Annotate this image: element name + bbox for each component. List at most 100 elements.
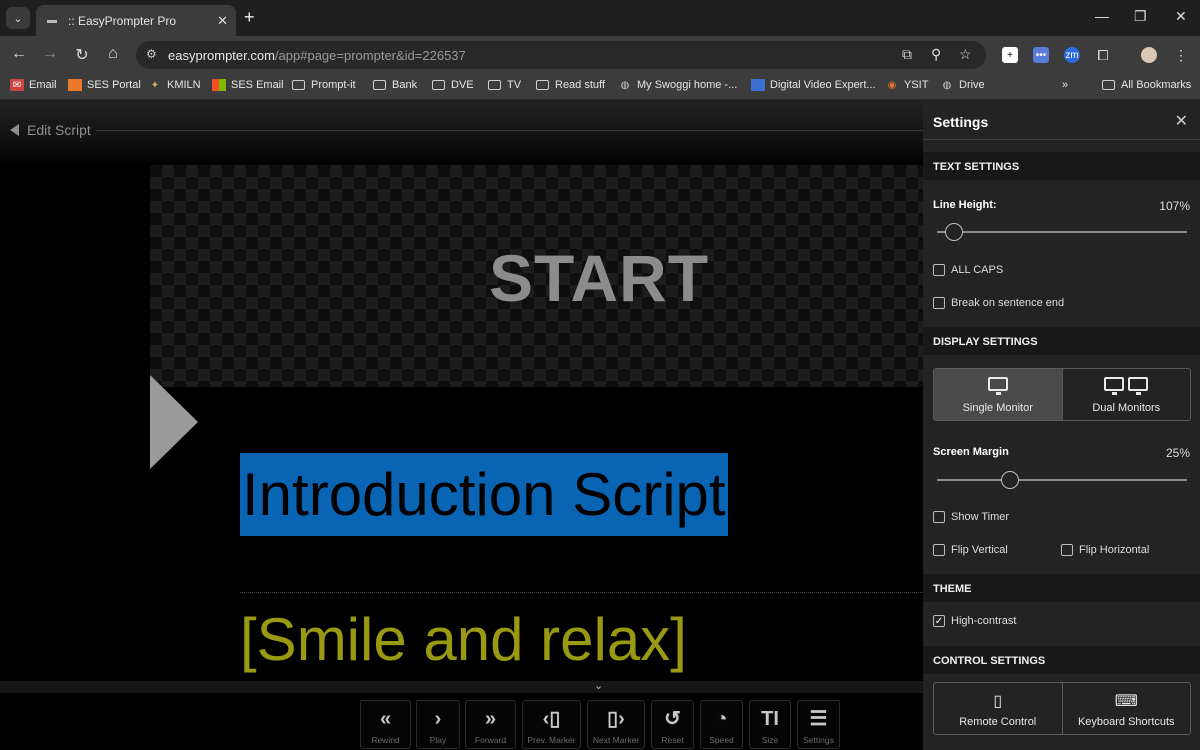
bookmark-ysit[interactable]: ◉ YSIT xyxy=(885,79,929,91)
settings-header: Settings ✕ xyxy=(923,100,1200,140)
collapse-controls-icon[interactable]: ⌄ xyxy=(594,679,603,692)
all-bookmarks[interactable]: All Bookmarks xyxy=(1102,79,1191,91)
play-button[interactable]: › Play xyxy=(416,700,460,749)
bookmark-bank[interactable]: Bank xyxy=(373,79,417,91)
reload-icon[interactable]: ↻ xyxy=(72,45,92,65)
size-icon: TI xyxy=(761,708,779,730)
browser-tab[interactable]: ▬ :: EasyPrompter Pro ✕ xyxy=(36,5,236,36)
rewind-button[interactable]: « Rewind xyxy=(360,700,411,749)
back-icon[interactable]: ← xyxy=(9,45,29,63)
rewind-icon: « xyxy=(379,708,392,730)
folder-icon xyxy=(373,80,386,90)
bookmark-prompt-it[interactable]: Prompt-it xyxy=(292,79,356,91)
script-title: Introduction Script xyxy=(240,453,728,536)
forward-icon: » xyxy=(484,708,497,730)
extension-plus-icon[interactable]: + xyxy=(1002,47,1018,63)
more-bookmarks-button[interactable]: » xyxy=(1062,79,1068,91)
bookmark-swoggi[interactable]: ◍ My Swoggi home -... xyxy=(618,79,738,91)
keyboard-shortcuts-option[interactable]: ⌨ Keyboard Shortcuts xyxy=(1061,683,1191,734)
settings-title: Settings xyxy=(933,114,989,130)
high-contrast-checkbox[interactable]: ✓ High-contrast xyxy=(933,615,1016,627)
flip-horizontal-checkbox[interactable]: Flip Horizontal xyxy=(1061,544,1149,556)
bookmark-tv[interactable]: TV xyxy=(488,79,521,91)
script-cue: [Smile and relax] xyxy=(240,606,687,673)
bookmark-ses-email[interactable]: SES Email xyxy=(212,79,284,91)
next-marker-button[interactable]: ▯› Next Marker xyxy=(587,700,645,749)
bookmark-digital-video-expert[interactable]: Digital Video Expert... xyxy=(751,79,876,91)
menu-kebab-icon[interactable]: ⋮ xyxy=(1173,47,1189,63)
tab-search-button[interactable]: ⌄ xyxy=(6,7,30,29)
edit-script-link[interactable]: Edit Script xyxy=(10,122,91,138)
reset-button[interactable]: ↺ Reset xyxy=(651,700,694,749)
ysit-icon: ◉ xyxy=(887,79,897,91)
calendar-icon xyxy=(751,79,765,91)
speed-icon: ◔ xyxy=(715,708,728,730)
chevron-down-icon: ⌄ xyxy=(13,12,23,25)
extensions-puzzle-icon[interactable]: ⧠ xyxy=(1095,47,1111,63)
display-settings-heading: DISPLAY SETTINGS xyxy=(923,327,1200,355)
flip-vertical-checkbox[interactable]: Flip Vertical xyxy=(933,544,1008,556)
line-height-value: 107% xyxy=(1159,199,1190,213)
bookmark-star-icon[interactable]: ☆ xyxy=(959,46,972,63)
minimize-icon[interactable]: — xyxy=(1095,8,1109,24)
dual-monitor-icon xyxy=(1063,377,1191,397)
window-close-icon[interactable]: ✕ xyxy=(1175,8,1187,25)
break-sentence-checkbox[interactable]: Break on sentence end xyxy=(933,297,1064,309)
bookmark-email[interactable]: ✉ Email xyxy=(10,79,57,91)
open-in-app-icon[interactable]: ⧉ xyxy=(902,46,912,63)
settings-button[interactable]: ☰ Settings xyxy=(797,700,840,749)
screen-margin-slider-knob[interactable] xyxy=(1001,471,1019,489)
controls-toggle-strip[interactable] xyxy=(0,681,923,693)
address-bar[interactable]: ⚙ easyprompter.com/app#page=prompter&id=… xyxy=(136,41,986,69)
line-height-slider-knob[interactable] xyxy=(945,223,963,241)
site-info-icon[interactable]: ⚙ xyxy=(146,47,157,61)
remote-control-option[interactable]: ▯ Remote Control xyxy=(934,683,1062,734)
line-height-slider[interactable] xyxy=(937,223,1187,241)
restore-icon[interactable]: ❐ xyxy=(1134,8,1147,25)
close-tab-icon[interactable]: ✕ xyxy=(217,13,228,29)
url-text: easyprompter.com/app#page=prompter&id=22… xyxy=(168,48,466,63)
home-icon[interactable]: ⌂ xyxy=(103,45,123,63)
size-button[interactable]: TI Size xyxy=(749,700,791,749)
prompter-area: Edit Script START Introduction Script [S… xyxy=(0,100,923,750)
bookmark-drive[interactable]: ◍ Drive xyxy=(940,79,985,91)
favicon-icon: ▬ xyxy=(47,15,57,26)
extension-dots-icon[interactable]: ••• xyxy=(1033,47,1049,63)
extension-zm-icon[interactable]: zm xyxy=(1064,47,1080,63)
globe-icon: ◍ xyxy=(942,79,952,91)
email-icon: ✉ xyxy=(10,79,24,91)
close-icon[interactable]: ✕ xyxy=(1175,111,1188,131)
header-divider xyxy=(96,130,923,131)
folder-icon xyxy=(1102,80,1115,90)
screen-margin-value: 25% xyxy=(1165,446,1190,460)
monitor-icon xyxy=(934,377,1062,397)
prev-marker-button[interactable]: ‹▯ Prev. Marker xyxy=(522,700,581,749)
zoom-icon[interactable]: ⚲ xyxy=(931,46,941,63)
kmiln-icon: ✦ xyxy=(150,79,160,91)
browser-toolbar: ← → ↻ ⌂ ⚙ easyprompter.com/app#page=prom… xyxy=(0,36,1200,74)
folder-icon xyxy=(488,80,501,90)
edit-script-label: Edit Script xyxy=(27,122,91,138)
forward-button[interactable]: » Forward xyxy=(465,700,516,749)
bookmark-read-stuff[interactable]: Read stuff xyxy=(536,79,605,91)
globe-icon: ◍ xyxy=(620,79,630,91)
control-bar: « Rewind › Play » Forward ‹▯ Prev. Marke… xyxy=(0,693,923,750)
start-text: START xyxy=(488,241,710,315)
reading-pointer-icon xyxy=(150,375,198,469)
prev-marker-icon: ‹▯ xyxy=(542,708,561,730)
show-timer-checkbox[interactable]: Show Timer xyxy=(933,511,1009,523)
bookmark-ses-portal[interactable]: SES Portal xyxy=(68,79,141,91)
all-caps-checkbox[interactable]: ALL CAPS xyxy=(933,264,1003,276)
bookmarks-bar: ✉ Email SES Portal ✦ KMILN SES Email Promp… xyxy=(0,74,1200,100)
avatar[interactable] xyxy=(1141,47,1157,63)
monitor-selector: Single Monitor Dual Monitors xyxy=(933,368,1191,421)
dual-monitors-option[interactable]: Dual Monitors xyxy=(1061,369,1191,420)
folder-icon xyxy=(432,80,445,90)
screen-margin-slider[interactable] xyxy=(937,471,1187,489)
single-monitor-option[interactable]: Single Monitor xyxy=(934,369,1062,420)
new-tab-button[interactable]: + xyxy=(244,7,255,28)
speed-button[interactable]: ◔ Speed xyxy=(700,700,743,749)
bookmark-dve[interactable]: DVE xyxy=(432,79,474,91)
forward-nav-icon[interactable]: → xyxy=(40,45,60,63)
bookmark-kmiln[interactable]: ✦ KMILN xyxy=(148,79,201,91)
